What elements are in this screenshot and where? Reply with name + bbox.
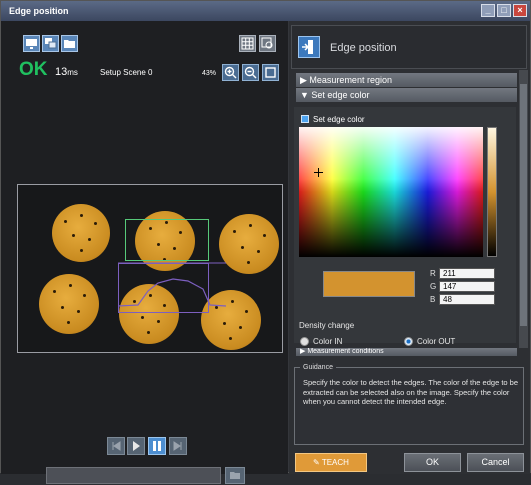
monitor-icon [26, 39, 37, 49]
window-title: Edge position [9, 6, 69, 16]
scene-label: Setup Scene 0 [100, 68, 153, 77]
play-icon [133, 441, 140, 451]
title-bar: Edge position _ □ × [1, 1, 530, 21]
radio-off-icon [300, 337, 309, 346]
section-label: Measurement region [309, 75, 392, 85]
cracker-image [219, 214, 279, 274]
edge-profile-graph [118, 262, 227, 307]
r-label: R [430, 269, 436, 278]
brightness-slider[interactable] [487, 127, 497, 257]
edge-position-window: Edge position _ □ × OK 13ms Setup Scene … [0, 0, 531, 484]
teach-button[interactable]: ✎ TEACH [295, 453, 367, 472]
r-row: R 211 [430, 268, 495, 279]
section-label: Set edge color [311, 90, 370, 100]
g-row: G 147 [430, 281, 495, 292]
processing-time-unit: ms [67, 68, 78, 77]
pencil-icon: ✎ [313, 458, 322, 467]
guidance-text: Specify the color to detect the edges. T… [303, 378, 519, 406]
radio-label: Color IN [313, 337, 343, 346]
settings-pane: Edge position ▶ Measurement region ▼ Set… [289, 21, 530, 474]
previous-icon [112, 441, 121, 451]
b-label: B [430, 295, 436, 304]
zoom-level: 43% [202, 70, 217, 77]
r-value-field[interactable]: 211 [439, 268, 495, 279]
b-row: B 48 [430, 294, 495, 305]
image-pane: OK 13ms Setup Scene 0 43% [1, 21, 288, 484]
collapse-arrow-icon: ▼ [300, 90, 312, 100]
zoom-out-button[interactable] [242, 64, 259, 81]
ok-button[interactable]: OK [404, 453, 461, 472]
guidance-box: Guidance Specify the color to detect the… [294, 364, 524, 445]
radio-on-icon [404, 337, 413, 346]
color-spectrum-picker[interactable] [299, 127, 483, 257]
scrollbar-thumb[interactable] [520, 84, 527, 326]
color-out-radio[interactable]: Color OUT [404, 337, 455, 346]
judgement-status: OK [19, 59, 48, 80]
cracker-image [39, 274, 99, 334]
images-icon [45, 38, 57, 49]
edge-position-tool-icon [298, 36, 320, 58]
play-button[interactable] [127, 437, 145, 455]
b-value-field[interactable]: 48 [439, 294, 495, 305]
zoom-out-icon [244, 66, 257, 79]
browse-icon [230, 472, 240, 479]
folder-icon [64, 40, 75, 48]
maximize-button[interactable]: □ [497, 4, 511, 17]
checkbox-label: Set edge color [313, 115, 365, 124]
expand-arrow-icon: ▶ [300, 75, 310, 85]
fit-button[interactable] [262, 64, 279, 81]
image-file-field[interactable] [46, 467, 221, 484]
set-edge-color-checkbox[interactable]: Set edge color [301, 115, 365, 124]
teach-label: TEACH [321, 458, 349, 467]
color-in-radio[interactable]: Color IN [300, 337, 342, 346]
close-button[interactable]: × [513, 4, 527, 17]
guidance-title: Guidance [300, 364, 336, 371]
zoom-in-button[interactable] [222, 64, 239, 81]
window-controls: _ □ × [481, 4, 527, 17]
g-value-field[interactable]: 147 [439, 281, 495, 292]
image-viewer[interactable] [17, 184, 283, 353]
cancel-button[interactable]: Cancel [467, 453, 524, 472]
cracker-image [52, 204, 110, 262]
tool-header: Edge position [291, 25, 527, 69]
density-change-label: Density change [299, 321, 355, 330]
grid-button[interactable] [239, 35, 256, 52]
tool-title: Edge position [330, 42, 397, 54]
crosshair-icon [314, 168, 323, 177]
next-button[interactable] [169, 437, 187, 455]
checkbox-checked-icon [301, 115, 309, 123]
processing-time: 13ms [55, 66, 78, 78]
section-label: Measurement conditions [307, 348, 384, 355]
folder-button[interactable] [61, 35, 78, 52]
section-measurement-region[interactable]: ▶ Measurement region [296, 73, 517, 87]
fit-screen-icon [265, 67, 276, 78]
section-set-edge-color[interactable]: ▼ Set edge color [296, 88, 517, 102]
browse-button[interactable] [225, 467, 245, 484]
grid-icon [241, 37, 254, 50]
previous-button[interactable] [107, 437, 125, 455]
g-label: G [430, 282, 437, 291]
zoom-in-icon [224, 66, 237, 79]
pause-button[interactable] [148, 437, 166, 455]
selected-color-swatch [323, 271, 415, 297]
image-display-button[interactable] [23, 35, 40, 52]
next-icon [173, 441, 182, 451]
radio-label: Color OUT [417, 337, 456, 346]
processing-time-value: 13 [55, 66, 68, 78]
zoom-window-icon [261, 37, 273, 49]
section-measurement-conditions[interactable]: ▶ Measurement conditions [296, 348, 517, 356]
zoom-window-button[interactable] [259, 35, 276, 52]
minimize-button[interactable]: _ [481, 4, 495, 17]
edge-color-panel: Set edge color R 211 G 147 B 48 Density cha… [294, 107, 516, 346]
measurement-region-box[interactable] [125, 219, 209, 261]
image-switch-button[interactable] [42, 35, 59, 52]
pause-icon [153, 441, 161, 451]
settings-scrollbar[interactable] [519, 70, 528, 348]
